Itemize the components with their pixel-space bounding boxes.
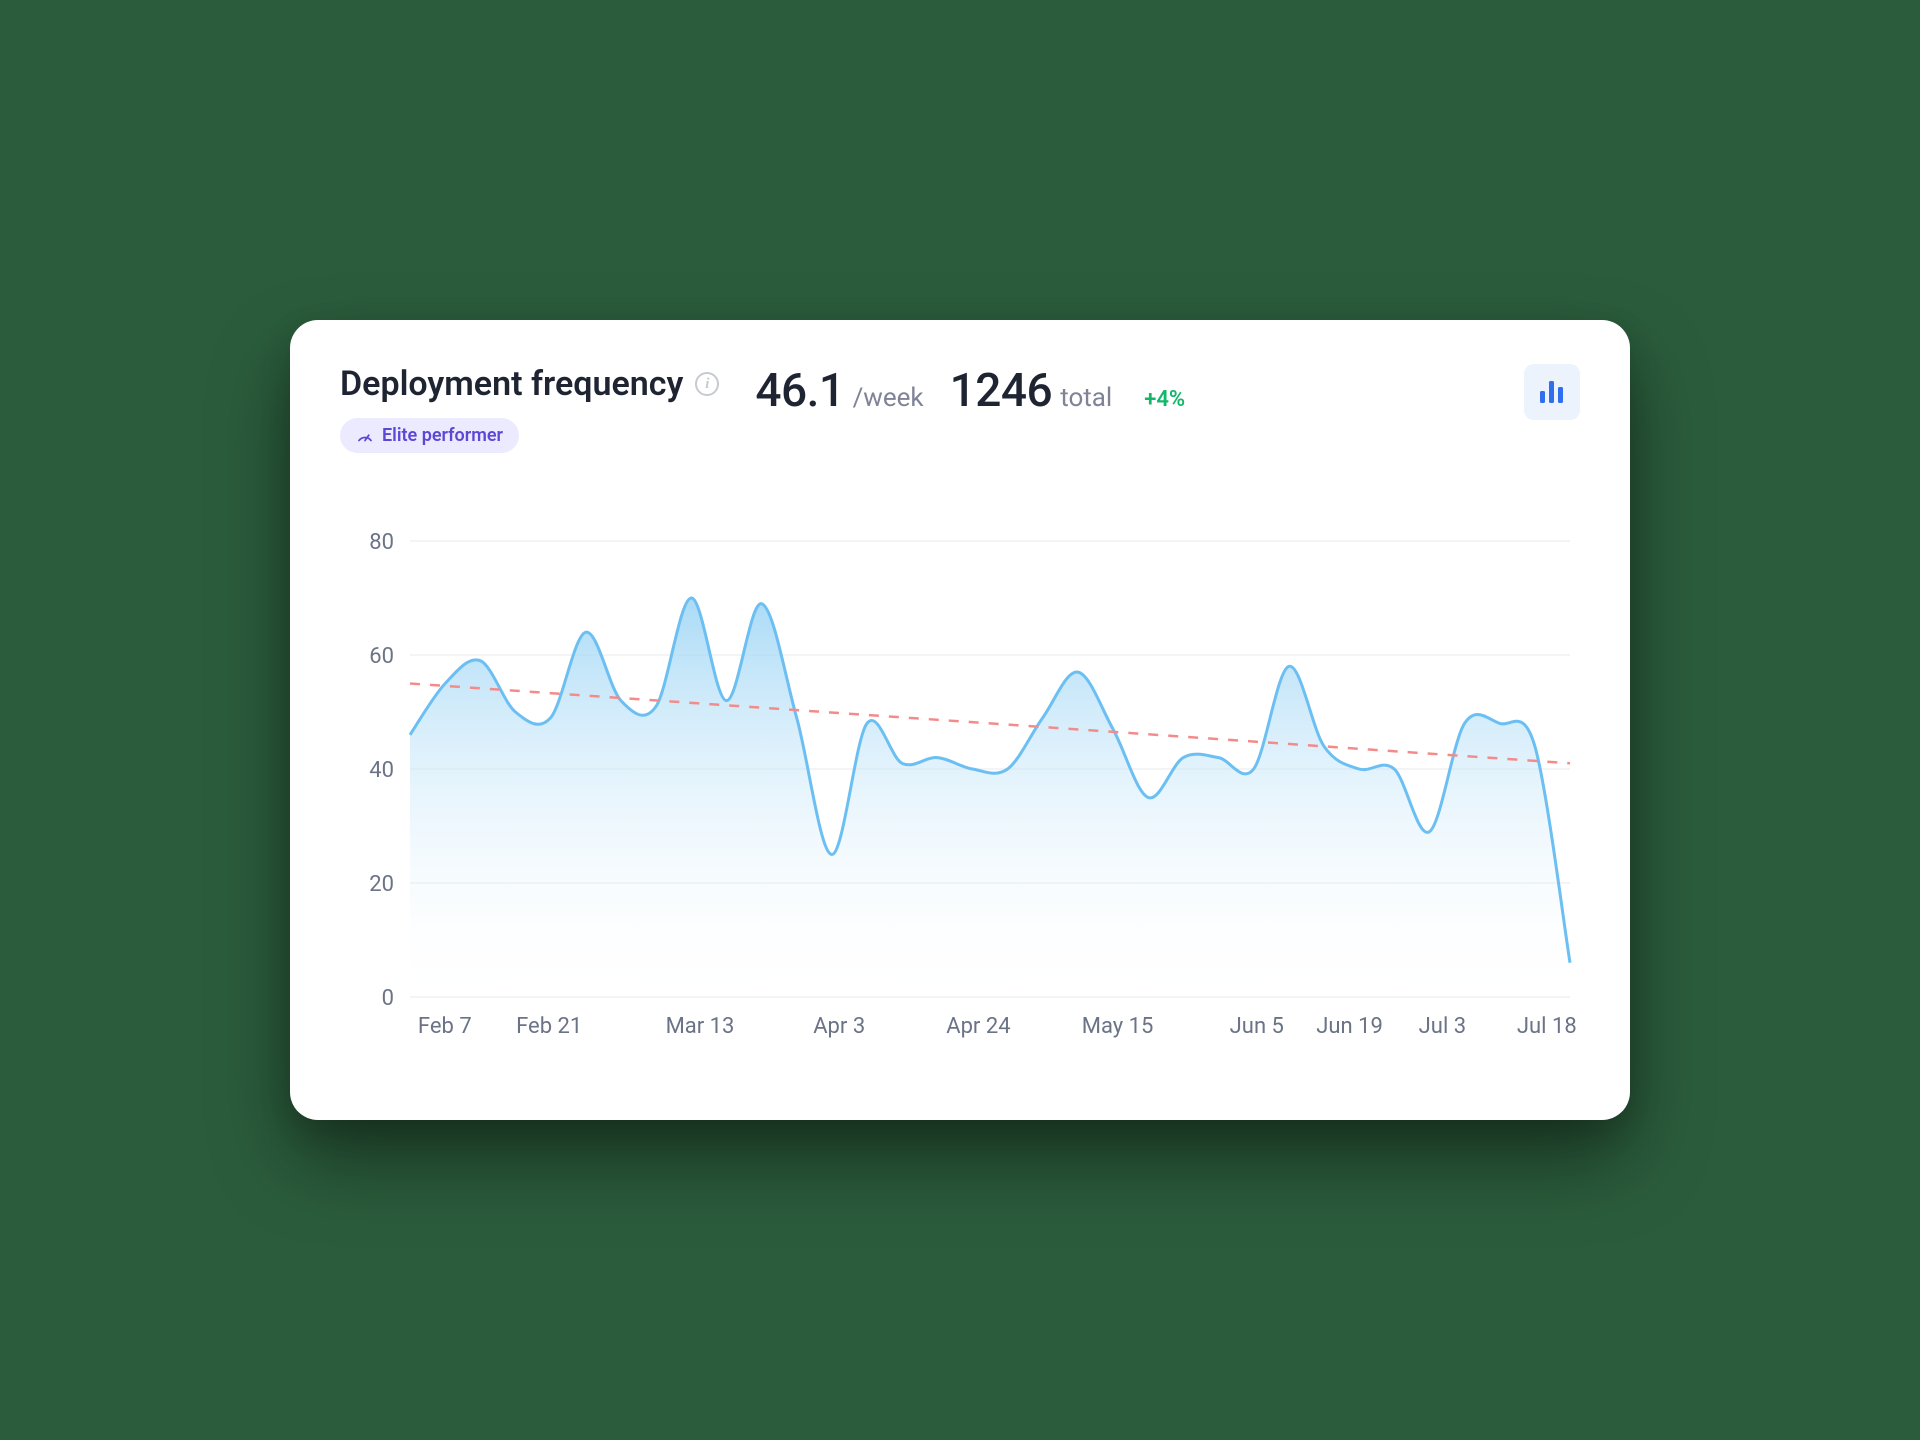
card-title: Deployment frequency [340, 364, 683, 404]
y-tick-label: 40 [369, 758, 394, 783]
total-value: 1246 [950, 364, 1053, 418]
stats-block: 46.1 /week 1246 total +4% [755, 364, 1496, 418]
y-tick-label: 80 [369, 531, 394, 555]
title-row: Deployment frequency i [340, 364, 719, 404]
x-tick-label: Apr 3 [813, 1014, 865, 1039]
card-header: Deployment frequency i Elite performer 4… [340, 364, 1580, 453]
chart-area: 0 20 40 60 80 Feb 7 Feb 21 Mar 13 Apr 3 Apr 24 Ma… [340, 531, 1580, 1051]
performer-badge: Elite performer [340, 418, 519, 453]
x-tick-label: May 15 [1082, 1014, 1154, 1039]
bar-chart-icon [1538, 379, 1566, 405]
delta-badge: +4% [1144, 387, 1185, 412]
x-tick-label: Jun 19 [1316, 1014, 1383, 1039]
x-tick-label: Jul 18 [1517, 1014, 1577, 1039]
x-tick-label: Apr 24 [946, 1014, 1010, 1039]
y-tick-label: 20 [369, 872, 394, 897]
stat-total: 1246 total [950, 364, 1113, 418]
info-icon[interactable]: i [695, 372, 719, 396]
stat-rate: 46.1 /week [755, 364, 923, 418]
x-tick-label: Jun 5 [1230, 1014, 1284, 1039]
badge-label: Elite performer [382, 425, 503, 446]
title-block: Deployment frequency i Elite performer [340, 364, 719, 453]
gauge-icon [356, 427, 374, 445]
y-tick-label: 0 [382, 986, 394, 1011]
x-tick-label: Feb 21 [516, 1014, 582, 1039]
chart-type-button[interactable] [1524, 364, 1580, 420]
x-tick-label: Feb 7 [418, 1014, 472, 1039]
metric-card: Deployment frequency i Elite performer 4… [290, 320, 1630, 1120]
rate-unit: /week [853, 383, 924, 413]
total-label: total [1060, 383, 1112, 413]
rate-value: 46.1 [755, 364, 844, 418]
deployment-frequency-chart: 0 20 40 60 80 Feb 7 Feb 21 Mar 13 Apr 3 Apr 24 Ma… [340, 531, 1580, 1051]
x-tick-label: Jul 3 [1419, 1014, 1466, 1039]
x-tick-label: Mar 13 [666, 1014, 735, 1039]
y-tick-label: 60 [369, 644, 394, 669]
